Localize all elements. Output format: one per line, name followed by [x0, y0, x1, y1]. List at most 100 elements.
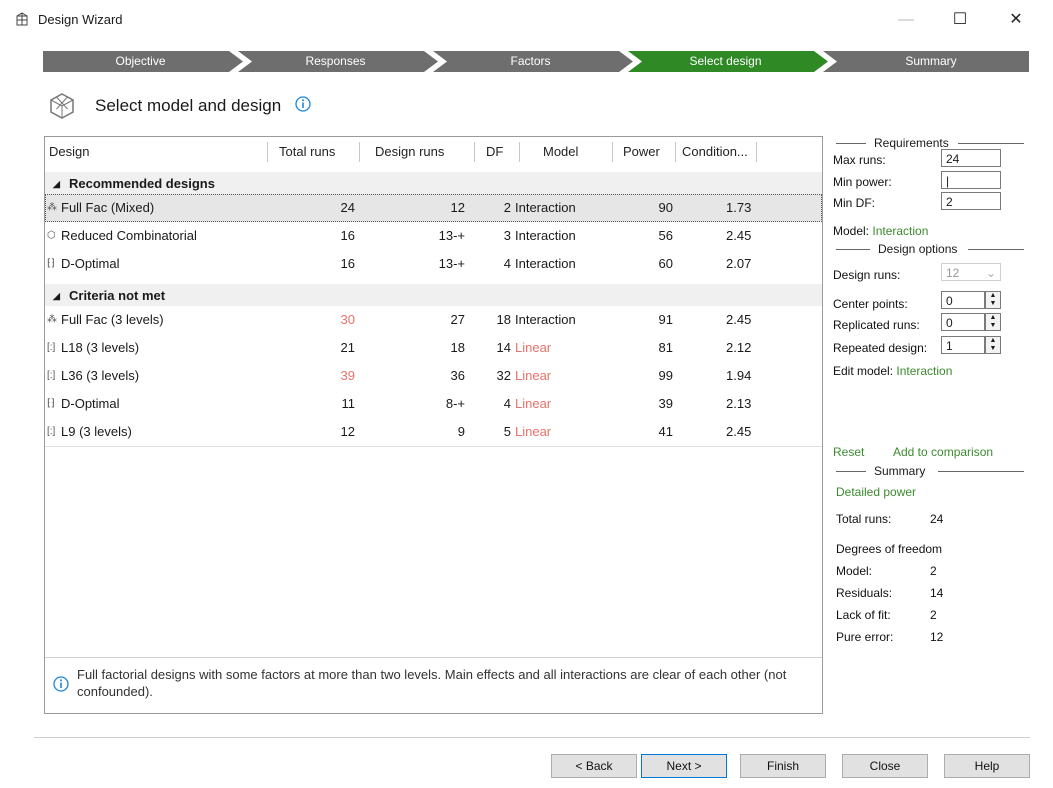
replicated-runs-input[interactable]: 0	[941, 313, 985, 331]
detailed-power-link[interactable]: Detailed power	[836, 485, 916, 499]
step-select-design[interactable]: Select design	[628, 51, 823, 72]
title-bar: Design Wizard — ☐ ✕	[0, 0, 1053, 40]
reduced-combinatorial-icon: ⬡	[47, 230, 56, 241]
minimize-button[interactable]: —	[886, 6, 926, 34]
info-icon[interactable]	[295, 96, 311, 112]
col-separator[interactable]	[675, 142, 676, 162]
min-df-input[interactable]: 2	[941, 192, 1001, 210]
design-wizard-icon	[16, 12, 28, 26]
col-design[interactable]: Design	[49, 137, 89, 167]
col-total-runs[interactable]: Total runs	[279, 137, 335, 167]
close-button[interactable]: Close	[842, 754, 928, 778]
center-points-label: Center points:	[833, 297, 908, 311]
taguchi-icon: [:]	[47, 426, 56, 437]
requirements-section: Requirements	[836, 136, 1024, 150]
help-button[interactable]: Help	[944, 754, 1030, 778]
design-description: Full factorial designs with some factors…	[45, 657, 822, 714]
group-label: Criteria not met	[69, 288, 166, 303]
col-separator[interactable]	[359, 142, 360, 162]
design-table: Design Total runs Design runs DF Model P…	[44, 136, 823, 714]
table-row[interactable]: [:] L18 (3 levels) 21 18 14 Linear 81 2.…	[45, 334, 822, 362]
step-objective[interactable]: Objective	[43, 51, 238, 72]
col-df[interactable]: DF	[486, 137, 503, 167]
add-to-comparison-link[interactable]: Add to comparison	[893, 445, 993, 459]
finish-button[interactable]: Finish	[740, 754, 826, 778]
design-cube-icon	[50, 93, 74, 119]
step-factors[interactable]: Factors	[433, 51, 628, 72]
d-optimal-icon: ⁅⁆	[47, 398, 55, 409]
group-label: Recommended designs	[69, 176, 215, 191]
back-button[interactable]: < Back	[551, 754, 637, 778]
table-row[interactable]: ⬡ Reduced Combinatorial 16 13-+ 3 Intera…	[45, 222, 822, 250]
col-power[interactable]: Power	[623, 137, 660, 167]
center-points-input[interactable]: 0	[941, 291, 985, 309]
model-requirement: Model: Interaction	[833, 224, 929, 238]
row-divider	[45, 446, 822, 447]
repeated-design-label: Repeated design:	[833, 341, 928, 355]
residuals-value: 14	[930, 586, 944, 600]
taguchi-icon: [:]	[47, 370, 56, 381]
col-separator[interactable]	[756, 142, 757, 162]
col-separator[interactable]	[519, 142, 520, 162]
step-summary[interactable]: Summary	[833, 51, 1029, 72]
reset-link[interactable]: Reset	[833, 445, 864, 459]
design-options-section: Design options	[836, 242, 1024, 256]
info-icon	[53, 676, 69, 692]
min-df-label: Min DF:	[833, 196, 875, 210]
chevron-down-icon: ⌄	[986, 266, 997, 280]
close-window-button[interactable]: ✕	[996, 6, 1036, 34]
min-power-input[interactable]: |	[941, 171, 1001, 189]
next-button[interactable]: Next >	[641, 754, 727, 778]
col-separator[interactable]	[474, 142, 475, 162]
description-text: Full factorial designs with some factors…	[77, 667, 787, 699]
model-dof-label: Model:	[836, 564, 873, 578]
table-row[interactable]: [:] L36 (3 levels) 39 36 32 Linear 99 1.…	[45, 362, 822, 390]
min-power-label: Min power:	[833, 175, 892, 189]
model-value-link[interactable]: Interaction	[872, 224, 928, 238]
lack-of-fit-label: Lack of fit:	[836, 608, 891, 622]
repeated-design-input[interactable]: 1	[941, 336, 985, 354]
table-row[interactable]: ⁂ Full Fac (Mixed) 24 12 2 Interaction 9…	[45, 194, 822, 222]
residuals-label: Residuals:	[836, 586, 893, 600]
max-runs-label: Max runs:	[833, 153, 886, 167]
summary-section: Summary	[836, 464, 1024, 478]
col-model[interactable]: Model	[543, 137, 578, 167]
footer-divider	[34, 737, 1030, 738]
total-runs-value: 24	[930, 512, 944, 526]
pure-error-label: Pure error:	[836, 630, 894, 644]
design-runs-select[interactable]: 12 ⌄	[941, 263, 1001, 281]
design-runs-label: Design runs:	[833, 268, 901, 282]
replicated-runs-stepper[interactable]: ▲ ▼	[985, 313, 1001, 331]
full-factorial-icon: ⁂	[47, 202, 57, 213]
group-criteria-not-met[interactable]: ◢ Criteria not met	[45, 284, 822, 306]
col-design-runs[interactable]: Design runs	[375, 137, 444, 167]
max-runs-input[interactable]: 24	[941, 149, 1001, 167]
collapse-icon[interactable]: ◢	[53, 172, 60, 196]
step-responses[interactable]: Responses	[238, 51, 433, 72]
table-row[interactable]: ⁅⁆ D-Optimal 16 13-+ 4 Interaction 60 2.…	[45, 250, 822, 278]
wizard-steps: Objective Responses Factors Select desig…	[43, 51, 1029, 72]
collapse-icon[interactable]: ◢	[53, 284, 60, 308]
window-title: Design Wizard	[38, 12, 123, 27]
edit-model-link[interactable]: Interaction	[896, 364, 952, 378]
col-separator[interactable]	[267, 142, 268, 162]
maximize-button[interactable]: ☐	[940, 6, 980, 34]
full-factorial-icon: ⁂	[47, 314, 57, 325]
table-row[interactable]: ⁂ Full Fac (3 levels) 30 27 18 Interacti…	[45, 306, 822, 334]
table-row[interactable]: ⁅⁆ D-Optimal 11 8-+ 4 Linear 39 2.13	[45, 390, 822, 418]
taguchi-icon: [:]	[47, 342, 56, 353]
group-recommended[interactable]: ◢ Recommended designs	[45, 172, 822, 194]
center-points-stepper[interactable]: ▲ ▼	[985, 291, 1001, 309]
repeated-design-stepper[interactable]: ▲ ▼	[985, 336, 1001, 354]
model-dof-value: 2	[930, 564, 937, 578]
col-separator[interactable]	[612, 142, 613, 162]
pure-error-value: 12	[930, 630, 944, 644]
replicated-runs-label: Replicated runs:	[833, 318, 920, 332]
col-condition[interactable]: Condition...	[682, 137, 748, 167]
d-optimal-icon: ⁅⁆	[47, 258, 55, 269]
table-row[interactable]: [:] L9 (3 levels) 12 9 5 Linear 41 2.45	[45, 418, 822, 446]
page-title: Select model and design	[95, 96, 282, 115]
total-runs-label: Total runs:	[836, 512, 892, 526]
edit-model: Edit model: Interaction	[833, 364, 953, 378]
dof-heading: Degrees of freedom	[836, 542, 943, 556]
